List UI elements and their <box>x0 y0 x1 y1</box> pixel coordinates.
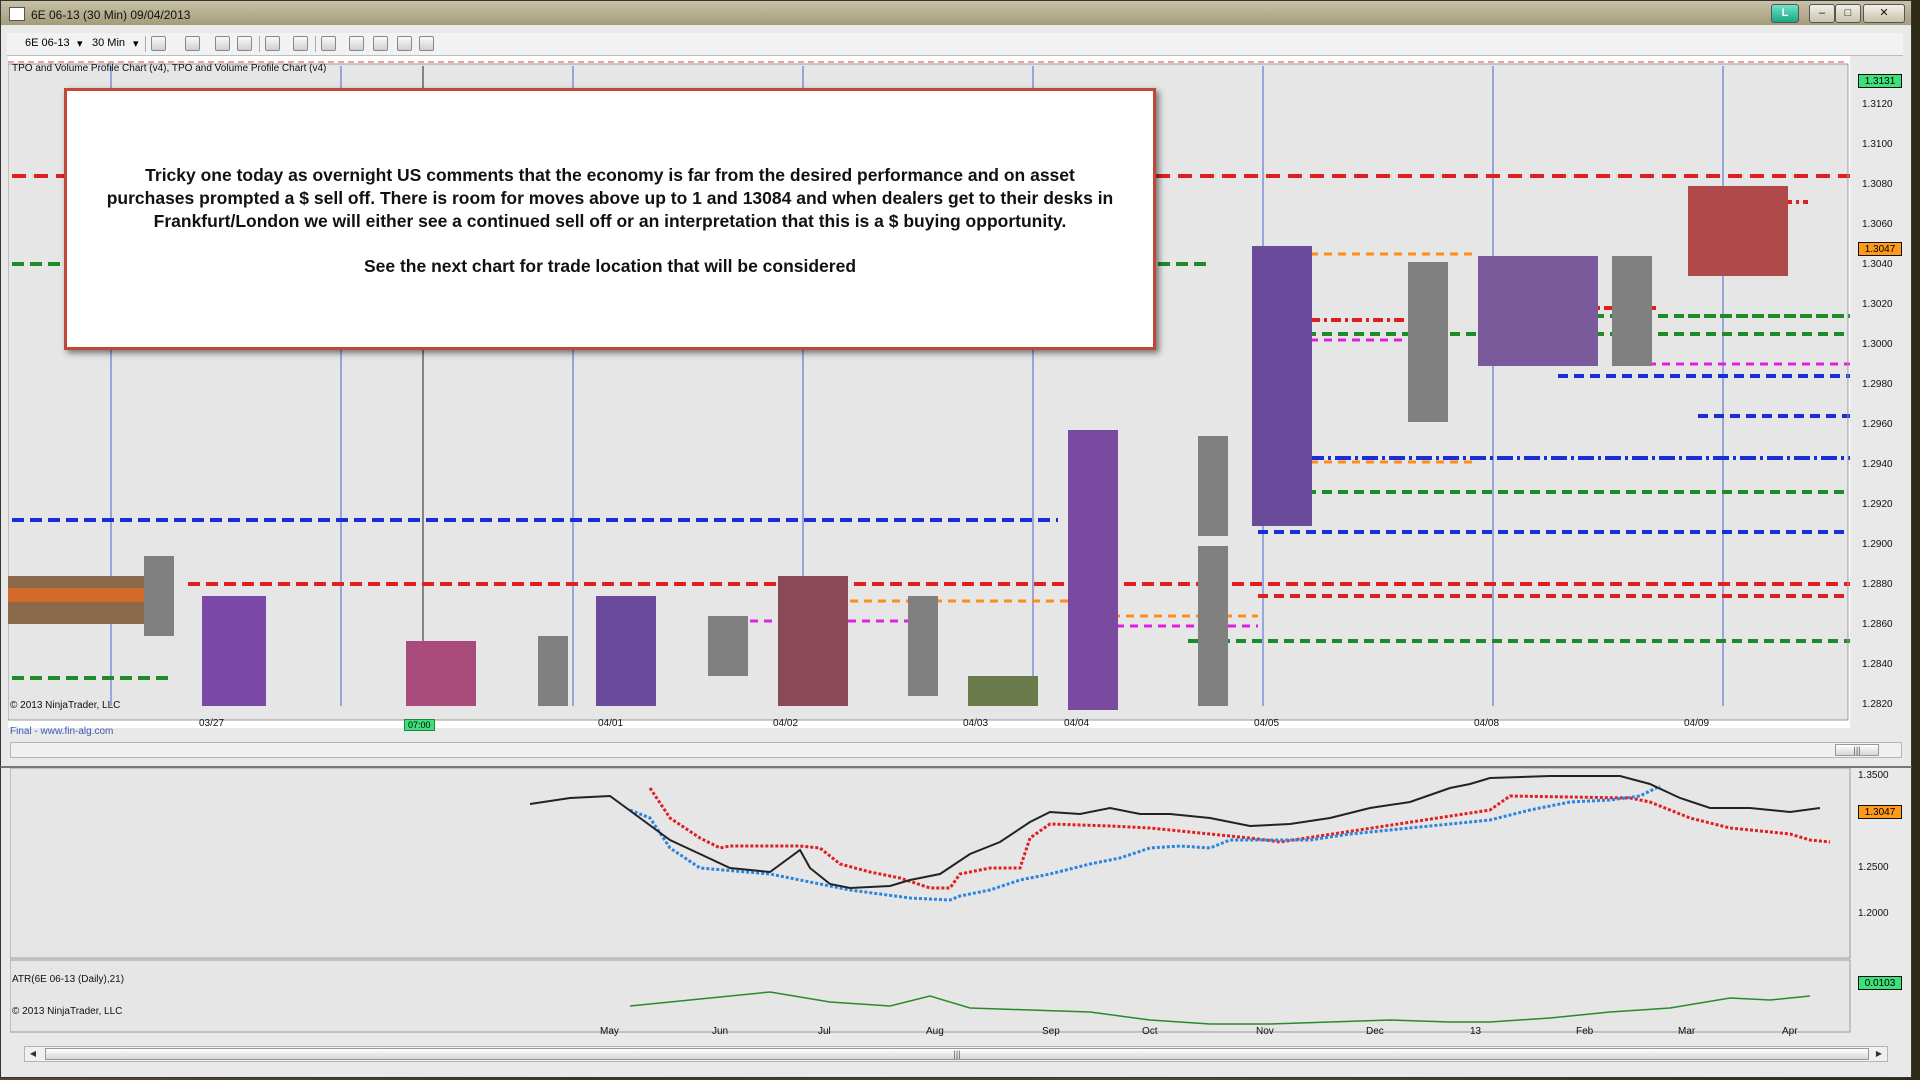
month-label: Nov <box>1256 1026 1274 1037</box>
top-price-tag: 1.3131 <box>1858 74 1902 88</box>
bar-icon[interactable] <box>419 36 434 51</box>
bar-icon[interactable] <box>237 36 252 51</box>
month-label: Feb <box>1576 1026 1594 1037</box>
price-label: 1.3120 <box>1862 99 1893 110</box>
month-label: Jul <box>818 1026 831 1037</box>
app-icon <box>9 7 25 21</box>
atr-value-tag: 0.0103 <box>1858 976 1902 990</box>
annotation-line-3: Frankfurt/London we will either see a co… <box>153 211 1067 231</box>
month-label: Aug <box>926 1026 944 1037</box>
draw-tool-icon[interactable] <box>185 36 200 51</box>
zoom-icon[interactable] <box>293 36 308 51</box>
instrument-selector[interactable]: 6E 06-13 <box>25 37 70 49</box>
daily-copyright: © 2013 NinjaTrader, LLC <box>12 1006 123 1017</box>
annotation-line-1: Tricky one today as overnight US comment… <box>145 165 1075 185</box>
month-label: Mar <box>1678 1026 1696 1037</box>
data-box-icon[interactable] <box>349 36 364 51</box>
price-label: 1.2880 <box>1862 579 1893 590</box>
link-button[interactable]: L <box>1771 4 1799 23</box>
close-button[interactable]: ✕ <box>1863 4 1905 23</box>
data-box-icon[interactable] <box>397 36 412 51</box>
price-label: 1.2820 <box>1862 699 1893 710</box>
daily-price-label: 1.2500 <box>1858 862 1889 873</box>
date-label: 04/05 <box>1254 718 1280 729</box>
minimize-button[interactable]: – <box>1809 4 1835 23</box>
month-label: Jun <box>712 1026 729 1037</box>
current-price-tag: 1.3047 <box>1858 242 1902 256</box>
maximize-button[interactable]: □ <box>1835 4 1861 23</box>
price-label: 1.2940 <box>1862 459 1893 470</box>
atr-label: ATR(6E 06-13 (Daily),21) <box>12 974 125 985</box>
chart-scrollbar[interactable]: ||| <box>10 742 1902 758</box>
date-label: 04/02 <box>773 718 799 729</box>
chart-toolbar: 6E 06-13 ▾ 30 Min ▾ <box>7 33 1903 56</box>
daily-scrollbar[interactable]: ◀ ||| ▶ <box>24 1046 1888 1062</box>
chart-style-icon[interactable] <box>151 36 166 51</box>
annotation-box: Tricky one today as overnight US comment… <box>64 88 1156 350</box>
price-label: 1.2960 <box>1862 419 1893 430</box>
date-label: 04/03 <box>963 718 989 729</box>
month-label: 13 <box>1470 1026 1482 1037</box>
daily-scroll-thumb[interactable]: ||| <box>45 1048 1869 1060</box>
properties-icon[interactable] <box>373 36 388 51</box>
month-label: Apr <box>1782 1026 1798 1037</box>
date-label: 04/04 <box>1064 718 1090 729</box>
scroll-right-icon[interactable]: ▶ <box>1873 1048 1885 1060</box>
date-label: 04/01 <box>598 718 624 729</box>
dropdown-icon[interactable]: ▾ <box>77 37 83 50</box>
price-label: 1.2980 <box>1862 379 1893 390</box>
month-label: Sep <box>1042 1026 1060 1037</box>
toolbar-divider <box>145 36 146 52</box>
daily-price-label: 1.3500 <box>1858 770 1889 781</box>
date-label: 03/27 <box>199 718 225 729</box>
strategy-icon[interactable] <box>215 36 230 51</box>
toolbar-divider <box>315 36 316 52</box>
toolbar-divider <box>259 36 260 52</box>
properties-icon[interactable] <box>321 36 336 51</box>
price-label: 1.3020 <box>1862 299 1893 310</box>
month-label: May <box>600 1026 619 1037</box>
chart-legend: TPO and Volume Profile Chart (v4), TPO a… <box>12 63 327 74</box>
price-label: 1.3060 <box>1862 219 1893 230</box>
daily-chart[interactable] <box>10 768 1910 1064</box>
window-title: 6E 06-13 (30 Min) 09/04/2013 <box>31 8 191 22</box>
daily-price-label: 1.2000 <box>1858 908 1889 919</box>
dropdown-icon[interactable]: ▾ <box>133 37 139 50</box>
month-label: Oct <box>1142 1026 1158 1037</box>
price-label: 1.2840 <box>1862 659 1893 670</box>
price-label: 1.3040 <box>1862 259 1893 270</box>
annotation-line-2: purchases prompted a $ sell off. There i… <box>106 188 1114 208</box>
annotation-line-4: See the next chart for trade location th… <box>363 256 857 276</box>
date-label: 04/09 <box>1684 718 1710 729</box>
price-label: 1.3080 <box>1862 179 1893 190</box>
interval-selector[interactable]: 30 Min <box>92 37 125 49</box>
price-label: 1.2900 <box>1862 539 1893 550</box>
date-label: 04/08 <box>1474 718 1500 729</box>
scroll-left-icon[interactable]: ◀ <box>27 1048 39 1060</box>
month-label: Dec <box>1366 1026 1384 1037</box>
price-label: 1.2860 <box>1862 619 1893 630</box>
crosshair-icon[interactable] <box>265 36 280 51</box>
chart-copyright: © 2013 NinjaTrader, LLC <box>10 700 121 711</box>
price-label: 1.3100 <box>1862 139 1893 150</box>
time-badge: 07:00 <box>404 719 435 731</box>
price-label: 1.3000 <box>1862 339 1893 350</box>
price-label: 1.2920 <box>1862 499 1893 510</box>
daily-current-price-tag: 1.3047 <box>1858 805 1902 819</box>
footer-link[interactable]: Final - www.fin-alg.com <box>10 726 113 737</box>
scroll-thumb[interactable]: ||| <box>1835 744 1879 756</box>
title-bar[interactable]: 6E 06-13 (30 Min) 09/04/2013 L – □ ✕ <box>1 1 1911 27</box>
